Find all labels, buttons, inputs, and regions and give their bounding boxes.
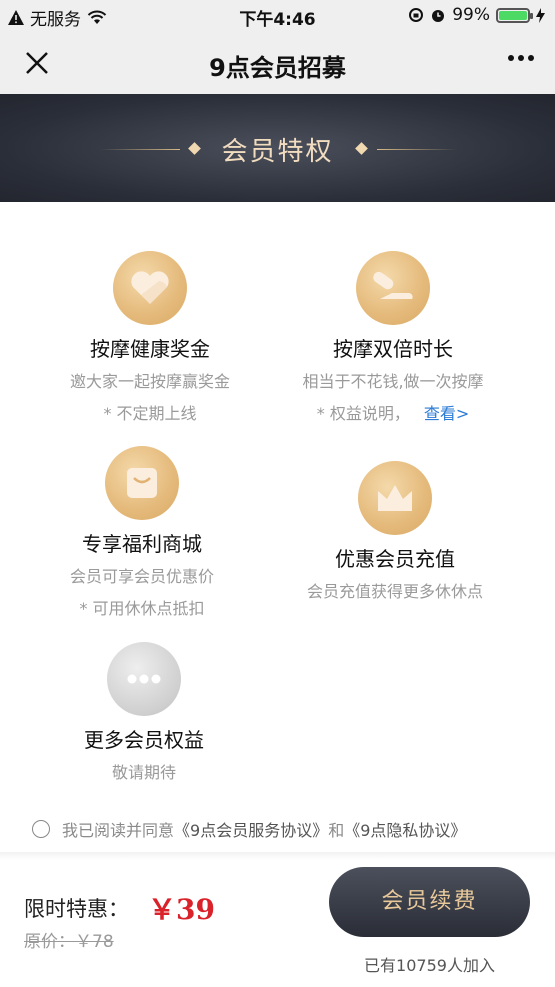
banner-title: 会员特权 (221, 137, 334, 167)
privileges-banner: 会员特权 (0, 94, 555, 202)
agreement-checkbox[interactable] (32, 820, 50, 838)
price-value: ￥39 (148, 893, 215, 926)
battery-icon (496, 7, 533, 23)
agreement-and: 和 (328, 821, 345, 840)
perk-health-bonus[interactable]: 按摩健康奖金 邀大家一起按摩赢奖金 * 不定期上线 (20, 251, 280, 424)
perk-description: 会员充值获得更多休休点 (306, 582, 483, 601)
perk-description: 邀大家一起按摩赢奖金 (69, 372, 230, 391)
perk-note: * 可用休休点抵扣 (79, 599, 205, 618)
perk-note-text: * 权益说明， (316, 404, 410, 423)
alarm-icon (432, 10, 445, 22)
perk-more-benefits[interactable]: 更多会员权益 敬请期待 (14, 642, 274, 783)
perk-title: 专享福利商城 (82, 532, 202, 556)
status-bar: 无服务 下午4:46 99% (0, 0, 555, 32)
charging-icon (536, 7, 545, 23)
perk-description: 相当于不花钱,做一次按摩 (302, 372, 484, 391)
battery-percent: 99% (452, 5, 490, 25)
divider (0, 852, 555, 860)
banner-divider-right (377, 149, 457, 150)
perk-description: 敬请期待 (111, 763, 176, 782)
nav-bar: 9点会员招募 (0, 32, 555, 94)
perk-title: 优惠会员充值 (335, 547, 455, 571)
perk-title: 按摩健康奖金 (90, 337, 210, 361)
massage-icon (356, 251, 430, 325)
perk-member-recharge[interactable]: 优惠会员充值 会员充值获得更多休休点 (265, 461, 525, 602)
shopping-bag-icon (105, 446, 179, 520)
perk-description: 会员可享会员优惠价 (69, 567, 214, 586)
renew-membership-button[interactable]: 会员续费 (329, 867, 530, 937)
perk-double-time[interactable]: 按摩双倍时长 相当于不花钱,做一次按摩 * 权益说明， 查看> (263, 251, 523, 424)
page-title: 9点会员招募 (209, 54, 346, 82)
heart-icon (113, 251, 187, 325)
agreement-prefix: 我已阅读并同意 (62, 821, 175, 840)
perk-title: 按摩双倍时长 (333, 337, 453, 361)
view-details-link[interactable]: 查看> (424, 404, 469, 423)
price-label: 限时特惠： (24, 897, 129, 921)
agreement-row: 我已阅读并同意 《9点会员服务协议》 和 《9点隐私协议》 (32, 817, 466, 841)
perk-note: * 权益说明， 查看> (263, 400, 523, 424)
joined-count: 已有10759人加入 (364, 956, 495, 975)
perk-note: * 不定期上线 (103, 404, 197, 423)
more-icon (107, 642, 181, 716)
crown-icon (358, 461, 432, 535)
perk-title: 更多会员权益 (84, 728, 204, 752)
rotation-lock-icon (409, 8, 424, 22)
more-options-icon[interactable] (507, 54, 535, 62)
service-agreement-link[interactable]: 《9点会员服务协议》 (174, 817, 328, 841)
original-price: 原价：￥78 (24, 932, 114, 952)
privacy-agreement-link[interactable]: 《9点隐私协议》 (344, 817, 466, 841)
perk-welfare-mall[interactable]: 专享福利商城 会员可享会员优惠价 * 可用休休点抵扣 (12, 446, 272, 619)
